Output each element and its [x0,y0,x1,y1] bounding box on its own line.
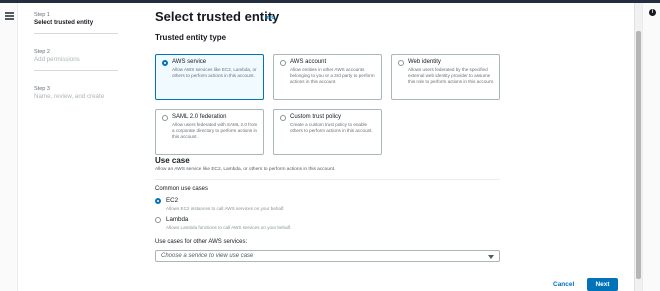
left-nav-rail [0,3,18,291]
card-title: AWS account [290,59,327,65]
caret-down-icon[interactable] [488,255,494,259]
card-description: Allow users federated with SAML 2.0 from… [172,122,258,139]
step-number: Step 3 [34,86,50,92]
wizard-step-3: Step 3 Name, review, and create [34,85,124,101]
use-case-title: EC2 [166,197,179,204]
step-title: Name, review, and create [34,93,105,100]
service-select[interactable]: Choose a service to view use case [155,250,500,262]
cancel-button[interactable]: Cancel [553,281,574,288]
radio-selected-icon[interactable] [155,198,161,204]
radio-unselected-icon[interactable] [155,217,161,223]
card-title: Custom trust policy [290,114,342,120]
wizard-step-2: Step 2 Add permissions [34,48,124,71]
radio-unselected-icon[interactable] [398,60,404,66]
step-title: Add permissions [34,56,80,63]
entity-card-saml-federation[interactable]: SAML 2.0 federation Allow users federate… [155,109,264,155]
entity-card-aws-account[interactable]: AWS account Allow entities in other AWS … [273,54,382,100]
use-case-description: Allows Lambda functions to call AWS serv… [166,225,292,230]
page-scrollbar[interactable] [634,3,642,291]
use-case-option-lambda[interactable]: Lambda Allows Lambda functions to call A… [155,216,355,232]
page-title: Select trusted entity [155,9,280,24]
info-icon[interactable]: i [649,9,656,16]
step-number: Step 1 [34,12,50,18]
card-description: Allows users federated by the specified … [408,67,495,84]
step-divider [34,33,118,34]
card-title: SAML 2.0 federation [172,114,227,120]
wizard-steps: Step 1 Select trusted entity Step 2 Add … [34,11,124,115]
main-content: Select trusted entity Info Trusted entit… [155,0,630,291]
radio-selected-icon[interactable] [162,60,168,66]
hamburger-menu-icon[interactable] [5,12,14,20]
info-link[interactable]: Info [265,15,275,21]
card-title: Web identity [408,59,441,65]
scrollbar-thumb[interactable] [636,31,641,279]
next-button[interactable]: Next [587,278,618,291]
step-number: Step 2 [34,49,50,55]
card-description: Allow entities in other AWS accounts bel… [290,67,375,84]
trusted-entity-type-heading: Trusted entity type [155,33,227,42]
radio-unselected-icon[interactable] [162,115,168,121]
wizard-step-1[interactable]: Step 1 Select trusted entity [34,11,124,34]
use-case-heading: Use case [155,156,190,165]
card-description: Allow AWS services like EC2, Lambda, or … [172,67,257,78]
card-title: AWS service [172,59,207,65]
right-info-rail: i [642,3,660,291]
entity-card-custom-trust-policy[interactable]: Custom trust policy Create a custom trus… [273,109,382,155]
step-divider [34,70,118,71]
use-case-description: Allow an AWS service like EC2, Lambda, o… [155,167,336,172]
entity-card-aws-service[interactable]: AWS service Allow AWS services like EC2,… [155,54,264,100]
step-title: Select trusted entity [34,19,94,26]
select-placeholder: Choose a service to view use case [161,253,254,259]
card-description: Create a custom trust policy to enable o… [290,122,373,133]
use-case-description: Allows EC2 instances to call AWS service… [166,206,285,211]
radio-unselected-icon[interactable] [280,115,286,121]
radio-unselected-icon[interactable] [280,60,286,66]
common-use-cases-label: Common use cases [155,186,209,192]
entity-card-web-identity[interactable]: Web identity Allows users federated by t… [391,54,500,100]
use-case-title: Lambda [166,216,189,223]
use-case-option-ec2[interactable]: EC2 Allows EC2 instances to call AWS ser… [155,197,355,213]
other-services-label: Use cases for other AWS services: [155,239,248,245]
section-divider [155,179,500,180]
